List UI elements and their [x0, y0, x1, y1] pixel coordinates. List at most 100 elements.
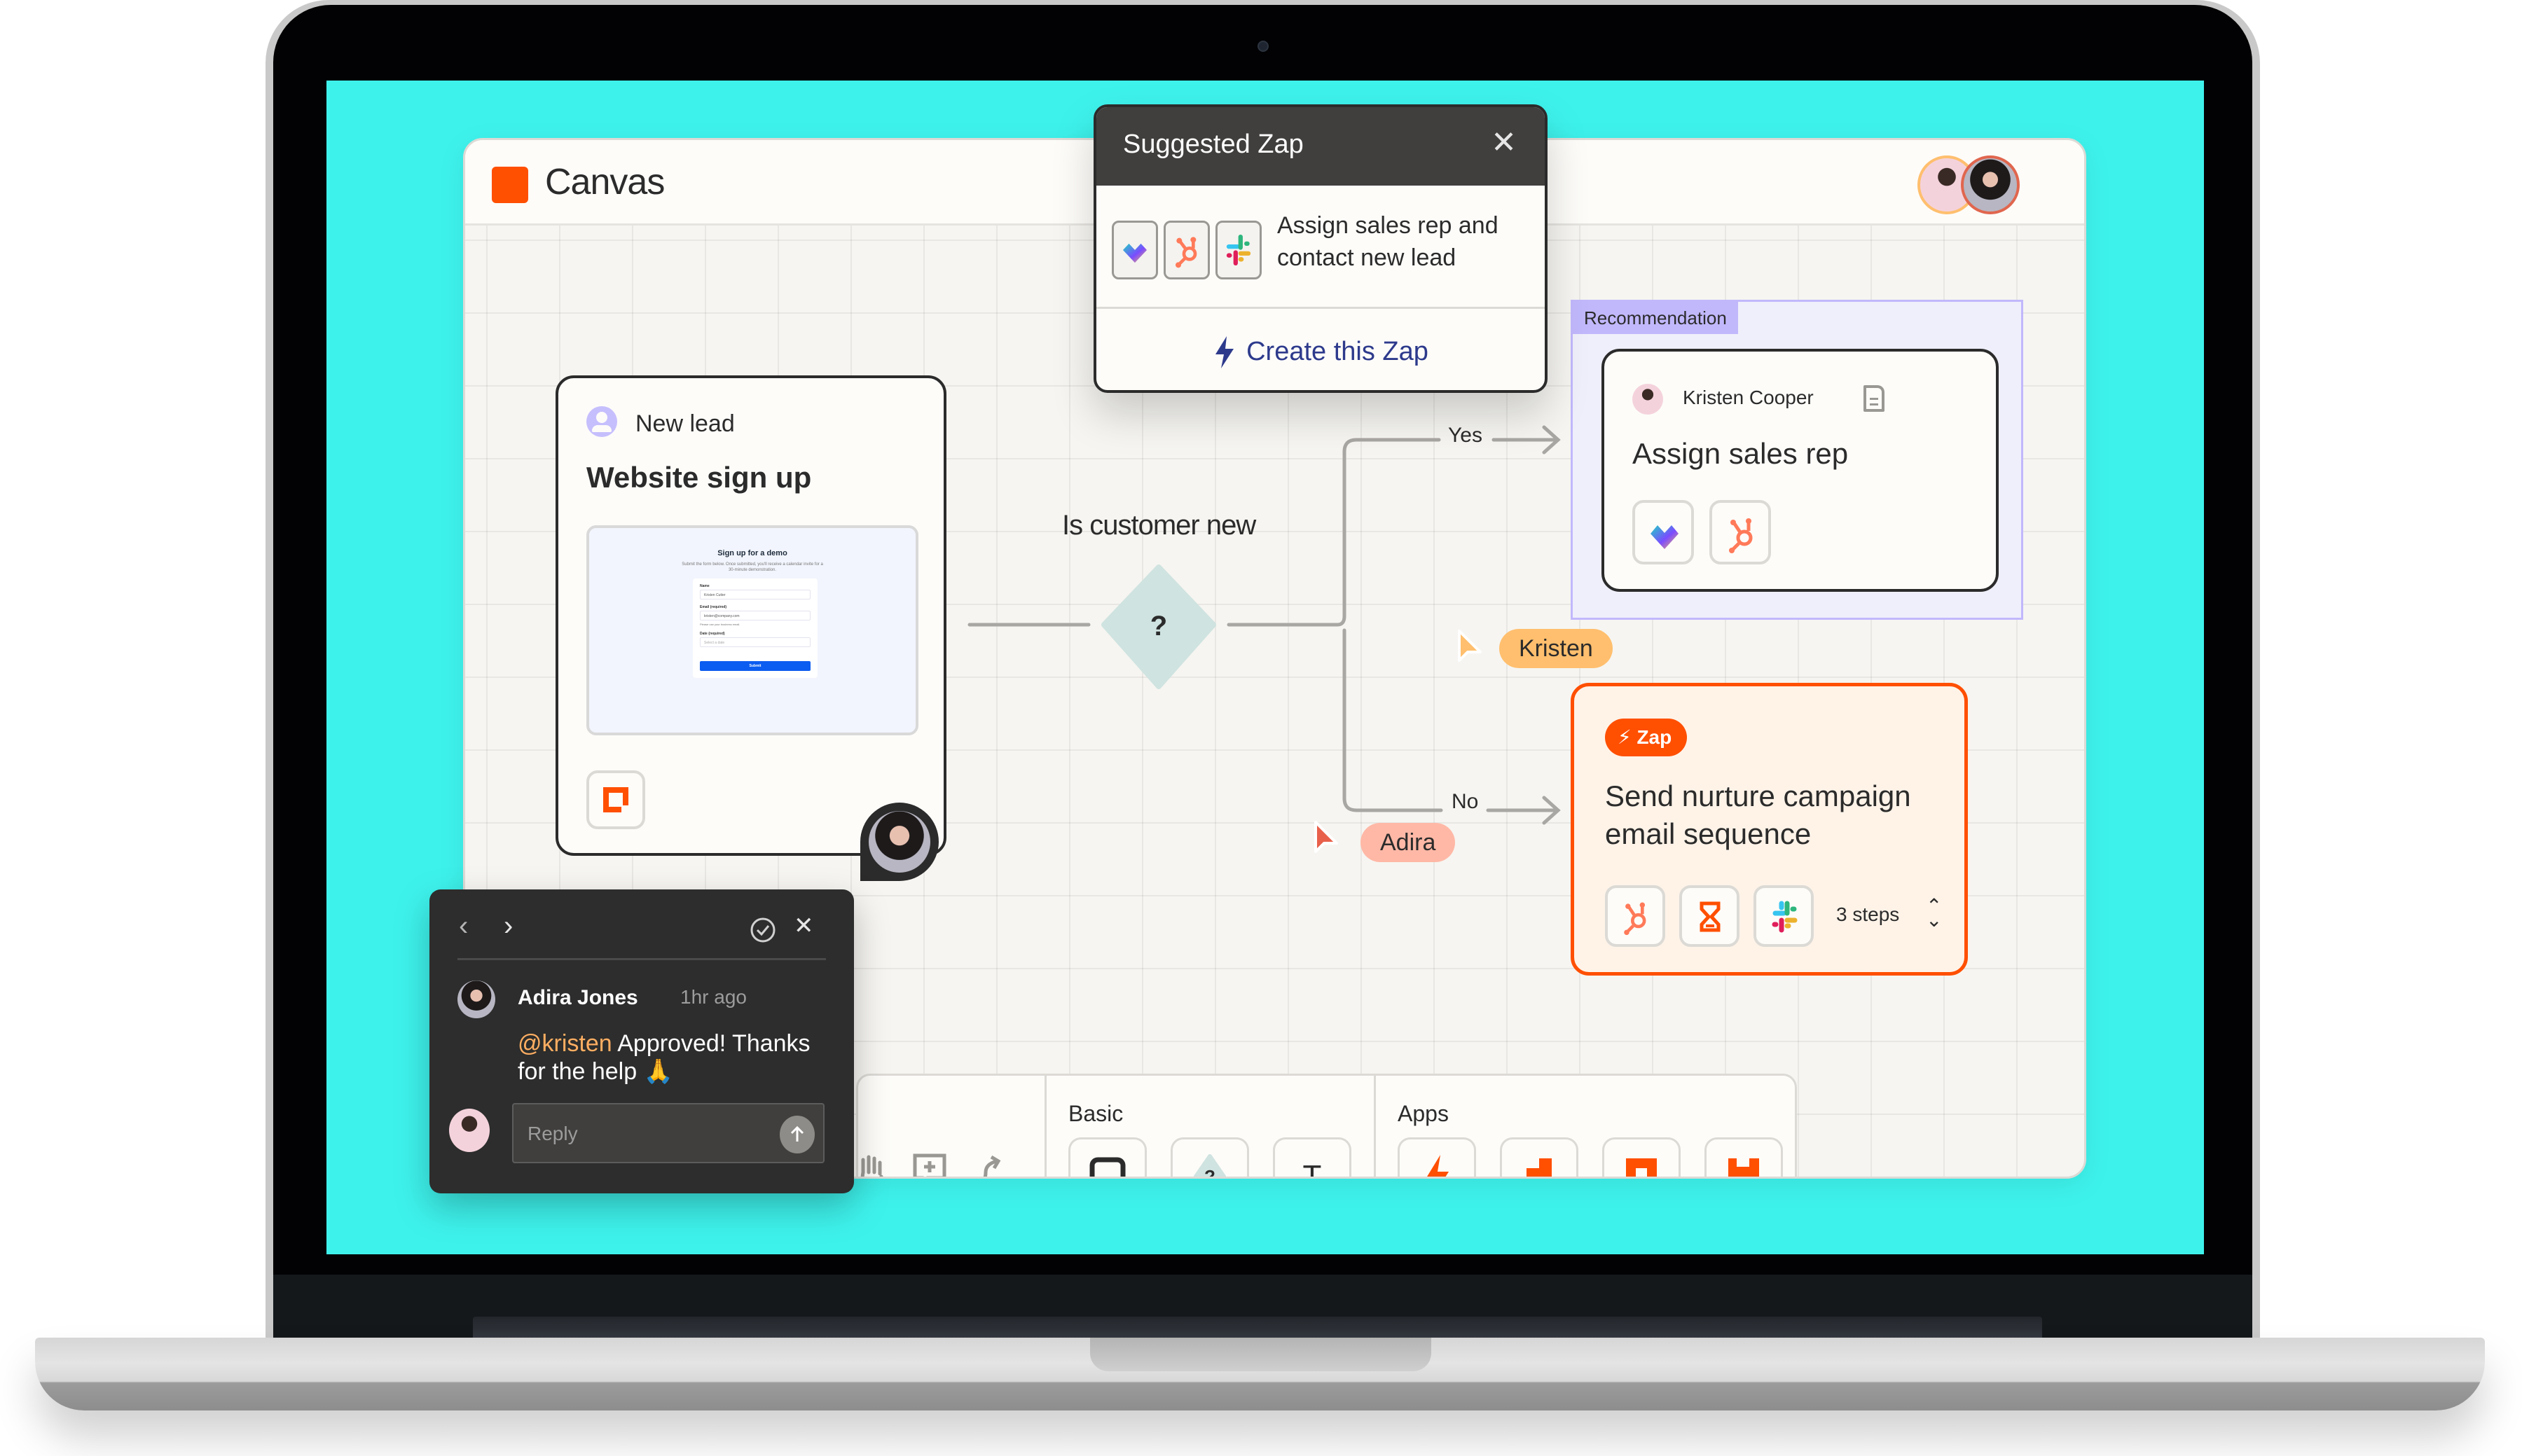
document-icon[interactable]: [1863, 385, 1884, 412]
tables-icon: [1527, 1158, 1552, 1177]
apps-chatbot-button[interactable]: [1704, 1137, 1783, 1177]
comment-pin-avatar: [869, 811, 930, 873]
form-input-name: Kristen Cutter: [700, 590, 811, 599]
adira-cursor-icon: [1314, 821, 1338, 853]
basic-decision-button[interactable]: ?: [1171, 1137, 1249, 1179]
reply-field[interactable]: [512, 1103, 825, 1163]
tool-add-comment[interactable]: [909, 1150, 951, 1177]
tool-hand[interactable]: [851, 1150, 893, 1177]
comment-timestamp: 1hr ago: [680, 986, 747, 1008]
card-title: Website sign up: [586, 461, 812, 494]
hubspot-app-tile[interactable]: [1709, 500, 1771, 564]
hand-icon: [860, 1155, 883, 1177]
suggestion-description: Assign sales rep and contact new lead: [1277, 212, 1498, 271]
author-avatar: [1632, 384, 1663, 415]
rectangle-icon: [1089, 1157, 1126, 1177]
adira-cursor-label: Adira: [1360, 823, 1456, 862]
form-input-date: Select a date: [700, 637, 811, 647]
card-title: Assign sales rep: [1632, 437, 1849, 470]
connector-yes: [1335, 438, 1441, 627]
section-label-basic: Basic: [1068, 1101, 1124, 1126]
monday-app-tile: [1112, 221, 1158, 279]
close-icon[interactable]: ✕: [1491, 125, 1517, 160]
form-title: Sign up for a demo: [717, 549, 787, 557]
arrow-up-icon: [790, 1125, 804, 1142]
delay-app-tile[interactable]: [1679, 885, 1739, 947]
form-label-date: Date (required): [700, 632, 725, 636]
form-hint-email: Please use your business email.: [700, 623, 740, 626]
decision-icon: ?: [1194, 1154, 1226, 1179]
mention-link[interactable]: @kristen: [518, 1030, 612, 1057]
toolbar-divider: [1045, 1076, 1047, 1177]
bottom-toolbar: Basic ? T Apps: [856, 1074, 1797, 1179]
zap-card[interactable]: ⚡ Zap Send nurture campaign email sequen…: [1571, 683, 1968, 976]
suggested-zap-header: Suggested Zap ✕: [1096, 107, 1545, 186]
form-submit-button: Submit: [700, 661, 811, 671]
hubspot-app-tile: [1164, 221, 1210, 279]
interfaces-icon: [1626, 1158, 1657, 1177]
laptop-lid-notch: [1090, 1338, 1431, 1371]
steps-count[interactable]: 3 steps: [1836, 903, 1899, 926]
zap-badge: ⚡ Zap: [1605, 719, 1688, 756]
recommendation-frame[interactable]: Recommendation Kristen Cooper Assign sal…: [1571, 300, 2023, 620]
close-icon[interactable]: ✕: [794, 912, 814, 940]
monday-app-tile[interactable]: [1632, 500, 1694, 564]
apps-tables-button[interactable]: [1500, 1137, 1578, 1177]
monday-icon: [1651, 525, 1679, 549]
basic-text-button[interactable]: T: [1273, 1137, 1351, 1177]
add-comment-icon: [913, 1153, 946, 1177]
apps-interfaces-button[interactable]: [1602, 1137, 1681, 1177]
form-label-name: Name: [700, 584, 710, 588]
connector-icon: [983, 1155, 1001, 1177]
chatbot-icon: [1728, 1158, 1759, 1177]
assign-sales-rep-card[interactable]: Kristen Cooper Assign sales rep: [1601, 349, 1999, 592]
comment-pin[interactable]: [860, 803, 939, 881]
next-comment-icon[interactable]: ›: [504, 910, 513, 942]
send-reply-button[interactable]: [780, 1116, 815, 1153]
form-input-email: kristen@company.com: [700, 611, 811, 620]
delay-icon: [1700, 901, 1721, 932]
suggested-zap-popup: Suggested Zap ✕ Assign sales rep and con…: [1094, 104, 1548, 393]
card-label: New lead: [635, 410, 735, 437]
form-body: Name Kristen Cutter Email (required) kri…: [693, 578, 818, 678]
recommendation-tag: Recommendation: [1573, 302, 1738, 334]
camera-icon: [1257, 41, 1269, 52]
create-zap-label: Create this Zap: [1246, 337, 1428, 366]
kristen-cursor-label: Kristen: [1499, 629, 1613, 668]
connector-no: [1342, 628, 1443, 812]
interfaces-app-tile[interactable]: [586, 770, 645, 829]
monday-icon: [1122, 243, 1148, 263]
slack-app-tile[interactable]: [1753, 885, 1814, 947]
slack-app-tile: [1215, 221, 1262, 279]
author-name: Kristen Cooper: [1683, 387, 1814, 408]
basic-rectangle-button[interactable]: [1068, 1137, 1147, 1177]
lightning-icon: [1215, 335, 1234, 368]
zap-badge-label: Zap: [1636, 726, 1672, 748]
branch-yes-label: Yes: [1448, 424, 1482, 447]
decision-symbol: ?: [1204, 1166, 1215, 1179]
comment-body: @kristen Approved! Thanks for the help 🙏: [518, 1029, 826, 1086]
new-lead-card[interactable]: New lead Website sign up Sign up for a d…: [556, 375, 946, 881]
suggested-zap-body: Assign sales rep and contact new lead: [1096, 186, 1545, 309]
tool-connector[interactable]: [965, 1150, 1007, 1177]
resolve-check-icon[interactable]: [749, 916, 777, 944]
decision-symbol: ?: [1150, 611, 1168, 642]
decision-label[interactable]: Is customer new: [1062, 510, 1256, 541]
branch-no-label: No: [1452, 790, 1479, 813]
expand-steps-icon[interactable]: ⌃ ⌄: [1926, 896, 1942, 930]
slack-icon: [1226, 234, 1251, 266]
create-zap-button[interactable]: Create this Zap: [1096, 311, 1545, 390]
comment-author: Adira Jones: [518, 986, 638, 1009]
hubspot-app-tile[interactable]: [1605, 885, 1665, 947]
hubspot-icon: [1729, 518, 1753, 553]
reply-input[interactable]: [528, 1118, 766, 1149]
kristen-cursor-icon: [1458, 630, 1482, 662]
comment-author-avatar: [457, 980, 495, 1018]
interfaces-icon: [603, 787, 628, 812]
previous-comment-icon[interactable]: ‹: [459, 910, 468, 942]
slack-icon: [1772, 901, 1798, 933]
section-label-apps: Apps: [1398, 1101, 1449, 1126]
hubspot-icon: [1176, 237, 1197, 268]
apps-zap-button[interactable]: [1398, 1137, 1476, 1177]
comment-thread-popup: ‹ › ✕ Adira Jones 1hr ago @kristen Appro…: [429, 889, 854, 1193]
